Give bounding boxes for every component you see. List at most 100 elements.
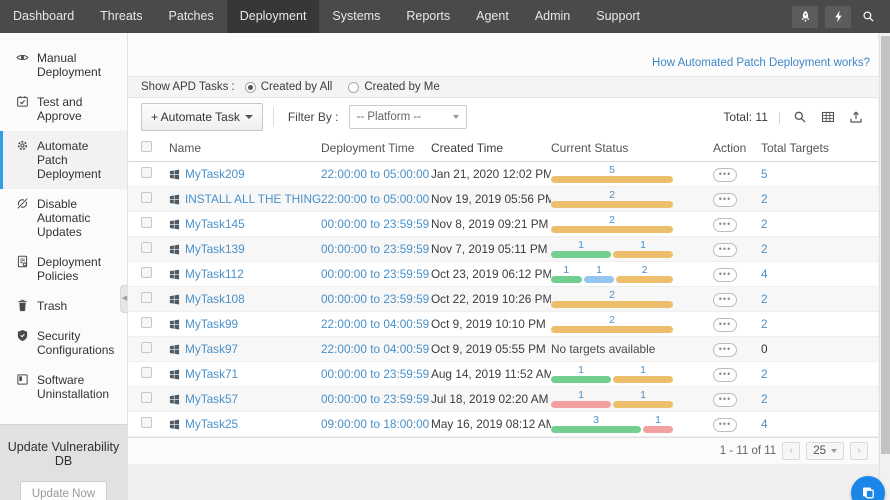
column-header-deployment-time[interactable]: Deployment Time [321, 141, 431, 155]
radio-created-by-me[interactable]: Created by Me [348, 81, 440, 93]
vertical-scrollbar[interactable] [879, 33, 890, 500]
total-targets-value[interactable]: 4 [761, 267, 768, 281]
sidebar-item-trash[interactable]: Trash [0, 291, 127, 321]
task-name-link[interactable]: MyTask112 [185, 267, 244, 281]
task-name-link[interactable]: MyTask108 [185, 292, 245, 306]
row-checkbox[interactable] [141, 192, 152, 203]
column-chooser-icon[interactable] [819, 108, 837, 126]
rocket-icon[interactable] [792, 5, 818, 28]
deployment-time-link[interactable]: 00:00:00 to 23:59:59 [321, 367, 429, 381]
status-count-link[interactable]: 5 [551, 165, 673, 176]
task-name-link[interactable]: MyTask145 [185, 217, 245, 231]
bolt-icon[interactable] [825, 5, 851, 28]
status-count-link[interactable]: 1 [643, 415, 673, 426]
topnav-item-deployment[interactable]: Deployment [226, 0, 320, 33]
status-count-link[interactable]: 2 [551, 290, 673, 301]
row-checkbox[interactable] [141, 242, 152, 253]
select-all-checkbox[interactable] [141, 141, 152, 152]
action-menu-button[interactable] [713, 193, 737, 207]
task-name-link[interactable]: MyTask99 [185, 317, 238, 331]
column-header-total-targets[interactable]: Total Targets [761, 141, 865, 155]
status-count-link[interactable]: 1 [551, 365, 611, 376]
sidebar-collapse-handle[interactable]: ◀ [120, 285, 128, 313]
status-count-link[interactable]: 2 [616, 265, 673, 276]
status-count-link[interactable]: 3 [551, 415, 641, 426]
column-header-created-time[interactable]: Created Time [431, 141, 551, 155]
total-targets-value[interactable]: 2 [761, 367, 768, 381]
table-search-icon[interactable] [791, 108, 809, 126]
topnav-item-agent[interactable]: Agent [463, 0, 522, 33]
deployment-time-link[interactable]: 00:00:00 to 23:59:59 [321, 392, 429, 406]
topnav-item-admin[interactable]: Admin [522, 0, 583, 33]
deployment-time-link[interactable]: 00:00:00 to 23:59:59 [321, 267, 429, 281]
total-targets-value[interactable]: 5 [761, 167, 768, 181]
deployment-time-link[interactable]: 09:00:00 to 18:00:00 [321, 417, 429, 431]
status-count-link[interactable]: 1 [584, 265, 615, 276]
total-targets-value[interactable]: 2 [761, 217, 768, 231]
total-targets-value[interactable]: 2 [761, 242, 768, 256]
sidebar-item-deployment-policies[interactable]: Deployment Policies [0, 247, 127, 291]
action-menu-button[interactable] [713, 293, 737, 307]
action-menu-button[interactable] [713, 393, 737, 407]
deployment-time-link[interactable]: 22:00:00 to 05:00:00 [321, 167, 429, 181]
sidebar-item-test-and-approve[interactable]: Test and Approve [0, 87, 127, 131]
action-menu-button[interactable] [713, 318, 737, 332]
column-header-name[interactable]: Name [169, 141, 321, 155]
status-count-link[interactable]: 1 [613, 240, 673, 251]
sidebar-item-automate-patch-deployment[interactable]: Automate Patch Deployment [0, 131, 127, 189]
task-name-link[interactable]: MyTask97 [185, 342, 238, 356]
row-checkbox[interactable] [141, 342, 152, 353]
search-icon[interactable] [858, 7, 878, 27]
deployment-time-link[interactable]: 22:00:00 to 04:00:59 [321, 342, 429, 356]
topnav-item-reports[interactable]: Reports [393, 0, 463, 33]
status-count-link[interactable]: 1 [551, 240, 611, 251]
next-page-button[interactable]: › [850, 442, 868, 460]
prev-page-button[interactable]: ‹ [782, 442, 801, 460]
row-checkbox[interactable] [141, 267, 152, 278]
action-menu-button[interactable] [713, 368, 737, 382]
row-checkbox[interactable] [141, 292, 152, 303]
status-count-link[interactable]: 1 [551, 390, 611, 401]
row-checkbox[interactable] [141, 317, 152, 328]
export-icon[interactable] [847, 108, 865, 126]
action-menu-button[interactable] [713, 268, 737, 282]
deployment-time-link[interactable]: 00:00:00 to 23:59:59 [321, 242, 429, 256]
sidebar-item-software-uninstallation[interactable]: Software Uninstallation [0, 365, 127, 409]
sidebar-item-security-configurations[interactable]: Security Configurations [0, 321, 127, 365]
deployment-time-link[interactable]: 00:00:00 to 23:59:59 [321, 292, 429, 306]
status-count-link[interactable]: 1 [551, 265, 582, 276]
action-menu-button[interactable] [713, 418, 737, 432]
status-count-link[interactable]: 2 [551, 215, 673, 226]
row-checkbox[interactable] [141, 167, 152, 178]
task-name-link[interactable]: INSTALL ALL THE THINGS [185, 192, 321, 206]
topnav-item-dashboard[interactable]: Dashboard [0, 0, 87, 33]
row-checkbox[interactable] [141, 367, 152, 378]
sidebar-item-manual-deployment[interactable]: Manual Deployment [0, 43, 127, 87]
radio-created-by-all[interactable]: Created by All [244, 81, 332, 93]
status-count-link[interactable]: 1 [613, 390, 673, 401]
task-name-link[interactable]: MyTask209 [185, 167, 245, 181]
deployment-time-link[interactable]: 00:00:00 to 23:59:59 [321, 217, 429, 231]
status-count-link[interactable]: 2 [551, 315, 673, 326]
status-count-link[interactable]: 1 [613, 365, 673, 376]
status-count-link[interactable]: 2 [551, 190, 673, 201]
topnav-item-patches[interactable]: Patches [156, 0, 227, 33]
platform-dropdown[interactable]: -- Platform -- [348, 104, 467, 129]
action-menu-button[interactable] [713, 218, 737, 232]
column-header-current-status[interactable]: Current Status [551, 141, 713, 155]
task-name-link[interactable]: MyTask25 [185, 417, 238, 431]
action-menu-button[interactable] [713, 243, 737, 257]
row-checkbox[interactable] [141, 217, 152, 228]
action-menu-button[interactable] [713, 168, 737, 182]
total-targets-value[interactable]: 2 [761, 317, 768, 331]
page-size-dropdown[interactable]: 25 [806, 442, 844, 460]
scrollbar-thumb[interactable] [881, 36, 890, 454]
total-targets-value[interactable]: 4 [761, 417, 768, 431]
deployment-time-link[interactable]: 22:00:00 to 05:00:00 [321, 192, 429, 206]
total-targets-value[interactable]: 2 [761, 292, 768, 306]
action-menu-button[interactable] [713, 343, 737, 357]
topnav-item-systems[interactable]: Systems [319, 0, 393, 33]
task-name-link[interactable]: MyTask57 [185, 392, 238, 406]
radio-button-icon[interactable] [244, 81, 256, 93]
update-now-button[interactable]: Update Now [19, 481, 108, 500]
